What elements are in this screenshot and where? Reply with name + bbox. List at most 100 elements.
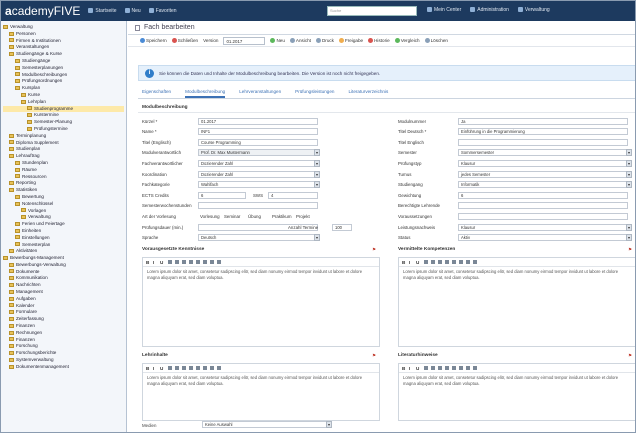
field-input[interactable]: Dozierender Zahl (198, 159, 318, 167)
sidebar-item[interactable]: Lehrauftrag (3, 153, 124, 160)
print-button[interactable]: Druck (315, 38, 334, 43)
underline-icon[interactable]: U (160, 366, 165, 371)
field-input[interactable] (198, 202, 318, 210)
field-input[interactable]: Course Programming (198, 138, 318, 146)
sidebar-item[interactable]: Zeiterfassung (3, 316, 124, 323)
flag-icon[interactable]: ⚑ (372, 353, 376, 359)
workload-input[interactable]: 4 (268, 191, 318, 199)
checkbox-0[interactable]: Vorlesung (200, 212, 220, 220)
tab-properties[interactable]: Eigenschaften (142, 87, 171, 98)
undo-icon[interactable] (459, 366, 463, 370)
sidebar-item[interactable]: Ressourcen (3, 174, 124, 181)
sidebar-item[interactable]: Einstellungen (3, 235, 124, 242)
field-input[interactable]: Informatik (458, 181, 628, 189)
tab-courses[interactable]: Lehrveranstaltungen (239, 87, 281, 98)
checkbox-3[interactable]: Praktikum (272, 212, 292, 220)
list-icon[interactable] (175, 260, 179, 264)
align-right-icon[interactable] (196, 366, 200, 370)
field-input[interactable]: Sommersemester (458, 149, 628, 157)
align-center-icon[interactable] (189, 366, 193, 370)
bold-icon[interactable]: B (402, 366, 407, 371)
close-button[interactable]: Schließen (171, 38, 198, 43)
version-select[interactable]: 01.2017 (223, 36, 266, 45)
nav-home-link[interactable]: Startseite (88, 8, 117, 14)
flag-icon[interactable]: ⚑ (628, 353, 632, 359)
sidebar-item[interactable]: Kurse (3, 92, 124, 99)
underline-icon[interactable]: U (416, 366, 421, 371)
list-icon[interactable] (175, 366, 179, 370)
align-center-icon[interactable] (445, 260, 449, 264)
italic-icon[interactable]: I (409, 260, 414, 265)
checkbox-4[interactable]: Projekt (296, 212, 310, 220)
flag-icon[interactable]: ⚑ (372, 247, 376, 253)
global-search-input[interactable]: Suche (327, 6, 417, 16)
bold-icon[interactable]: B (146, 260, 151, 265)
field-input[interactable]: 6 (198, 191, 246, 199)
field-input[interactable]: Wahlfach (198, 181, 318, 189)
checkbox-1[interactable]: Seminar (224, 212, 240, 220)
editor-content[interactable]: Lorem ipsum dolor sit amet, consetetur s… (399, 373, 635, 388)
sidebar-item[interactable]: Notenschlüssel (3, 201, 124, 208)
align-left-icon[interactable] (438, 260, 442, 264)
sidebar-item[interactable]: Prüfungsordnungen (3, 78, 124, 85)
field-input[interactable]: 01.2017 (198, 117, 318, 125)
italic-icon[interactable]: I (409, 366, 414, 371)
sidebar-item[interactable]: Terminplanung (3, 133, 124, 140)
sidebar-item[interactable]: Verwaltung (3, 24, 124, 31)
sidebar-item[interactable]: Formulare (3, 309, 124, 316)
sidebar-item[interactable]: Management (3, 289, 124, 296)
italic-icon[interactable]: I (153, 260, 158, 265)
redo-icon[interactable] (466, 366, 470, 370)
align-right-icon[interactable] (452, 366, 456, 370)
chevron-down-icon[interactable]: ▾ (314, 170, 320, 178)
align-right-icon[interactable] (452, 260, 456, 264)
undo-icon[interactable] (459, 260, 463, 264)
delete-button[interactable]: Löschen (424, 38, 448, 43)
sidebar-item[interactable]: Firmen & Institutionen (3, 38, 124, 45)
image-icon[interactable] (473, 260, 477, 264)
sidebar-item[interactable]: Semesterplanungen (3, 65, 124, 72)
app-logo[interactable]: academyFIVE (5, 4, 80, 18)
chevron-down-icon[interactable]: ▾ (326, 421, 332, 428)
sidebar-item[interactable]: Dokumente (3, 269, 124, 276)
align-center-icon[interactable] (445, 366, 449, 370)
nav-my-center[interactable]: Mein Center (427, 7, 461, 13)
redo-icon[interactable] (210, 260, 214, 264)
link-icon[interactable] (168, 366, 172, 370)
field-input[interactable] (458, 138, 628, 146)
sidebar-item[interactable]: Reporting (3, 180, 124, 187)
sidebar-item[interactable]: Kommunikation (3, 275, 124, 282)
sidebar-item[interactable]: Systemverwaltung (3, 357, 124, 364)
bold-icon[interactable]: B (146, 366, 151, 371)
field-input[interactable]: Prof. Dr. Max Mustermann (198, 149, 318, 157)
sidebar-item[interactable]: Studiengänge (3, 58, 124, 65)
chevron-down-icon[interactable]: ▾ (314, 234, 320, 242)
sidebar-item[interactable]: Aufgaben (3, 296, 124, 303)
undo-icon[interactable] (203, 366, 207, 370)
new-button[interactable]: Neu (270, 38, 285, 43)
chevron-down-icon[interactable]: ▾ (314, 159, 320, 167)
align-left-icon[interactable] (182, 260, 186, 264)
sidebar-item[interactable]: Semester-Planung (3, 119, 124, 126)
chevron-down-icon[interactable]: ▾ (626, 149, 632, 157)
field-input[interactable]: INF1 (198, 128, 318, 136)
compare-button[interactable]: Vergleich (394, 38, 420, 43)
chevron-down-icon[interactable]: ▾ (626, 223, 632, 231)
release-button[interactable]: Freigabe (338, 38, 363, 43)
chevron-down-icon[interactable]: ▾ (314, 149, 320, 157)
field-input[interactable]: Klausur (458, 159, 628, 167)
chevron-down-icon[interactable]: ▾ (626, 234, 632, 242)
sidebar-item[interactable]: Studienplan (3, 146, 124, 153)
sidebar-item[interactable]: Vorlagen (3, 208, 124, 215)
footer-select[interactable]: Keine Auswahl (202, 421, 332, 428)
align-center-icon[interactable] (189, 260, 193, 264)
redo-icon[interactable] (210, 366, 214, 370)
sidebar-item[interactable]: Personen (3, 31, 124, 38)
field-input[interactable]: Dozierender Zahl (198, 170, 318, 178)
sidebar-item[interactable]: Studienprogramme (3, 105, 124, 113)
flag-icon[interactable]: ⚑ (628, 247, 632, 253)
exam-count-input[interactable]: 100 (332, 223, 352, 231)
editor-content[interactable]: Lorem ipsum dolor sit amet, consetetur s… (399, 267, 635, 282)
field-input[interactable]: Aktiv (458, 234, 628, 242)
tab-literature[interactable]: Literaturverzeichnis (348, 87, 388, 98)
